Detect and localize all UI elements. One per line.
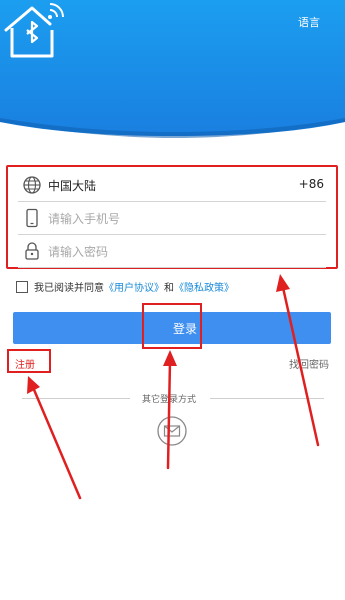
arrow-to-login (166, 358, 172, 470)
arrow-to-form (280, 281, 320, 447)
annotation-arrows (27, 274, 320, 500)
arrowhead-form (276, 274, 290, 292)
arrow-to-register (30, 383, 82, 500)
arrowhead-login (163, 350, 177, 366)
